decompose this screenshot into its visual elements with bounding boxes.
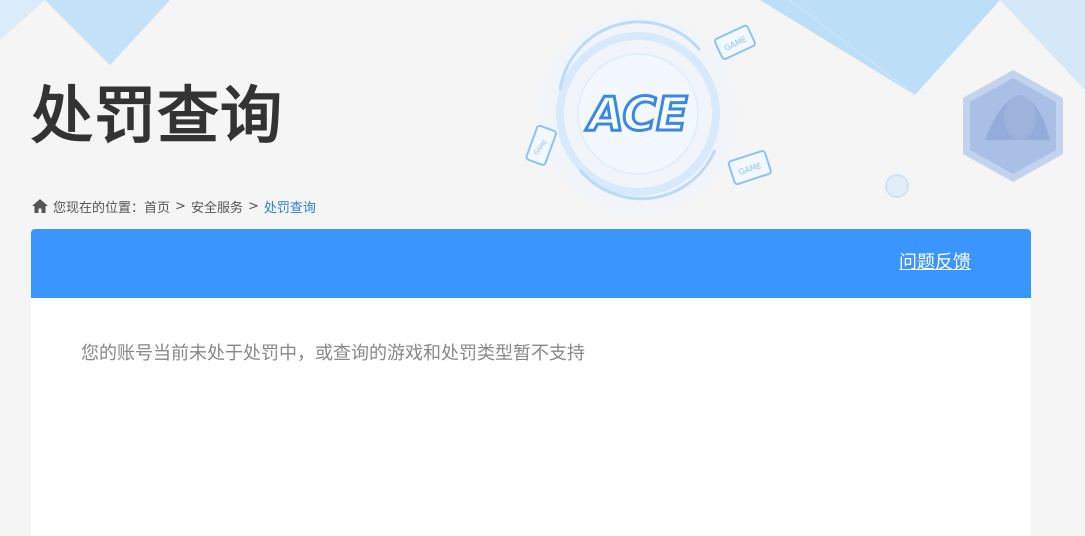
character-hexagon-avatar bbox=[963, 70, 1063, 182]
game-monitor-icon: GAME bbox=[727, 150, 772, 186]
right-triangle-deco bbox=[760, 0, 1000, 95]
left-triangle-deco bbox=[45, 0, 170, 65]
game-phone-icon: GAME bbox=[525, 124, 557, 166]
game-tag-icon: GAME bbox=[713, 24, 756, 60]
breadcrumb-current: 处罚查询 bbox=[263, 200, 316, 216]
breadcrumb-security-link[interactable]: 安全服务 bbox=[191, 197, 243, 216]
bubble-deco bbox=[885, 174, 909, 198]
breadcrumb-home-link[interactable]: 首页 bbox=[144, 197, 170, 216]
svg-text:GAME: GAME bbox=[723, 35, 748, 53]
svg-text:GAME: GAME bbox=[738, 161, 763, 177]
ace-logo: ACE bbox=[584, 86, 689, 143]
page-title: 处罚查询 bbox=[31, 79, 284, 152]
ace-logo-rings bbox=[538, 14, 738, 214]
breadcrumb-separator: > bbox=[247, 198, 259, 214]
svg-text:GAME: GAME bbox=[533, 138, 550, 156]
breadcrumb-prefix: 您现在的位置： bbox=[53, 200, 145, 216]
result-message: 您的账号当前未处于处罚中，或查询的游戏和处罚类型暂不支持 bbox=[81, 343, 585, 364]
breadcrumb: 您现在的位置： 首页 > 安全服务 > 处罚查询 bbox=[31, 197, 316, 216]
feedback-link[interactable]: 问题反馈 bbox=[899, 251, 971, 275]
blue-header-bar: 问题反馈 bbox=[31, 229, 1031, 298]
breadcrumb-separator: > bbox=[175, 198, 186, 214]
result-panel: 您的账号当前未处于处罚中，或查询的游戏和处罚类型暂不支持 bbox=[31, 298, 1031, 536]
home-icon[interactable] bbox=[31, 198, 49, 214]
ace-logo-text: ACE bbox=[585, 87, 687, 141]
